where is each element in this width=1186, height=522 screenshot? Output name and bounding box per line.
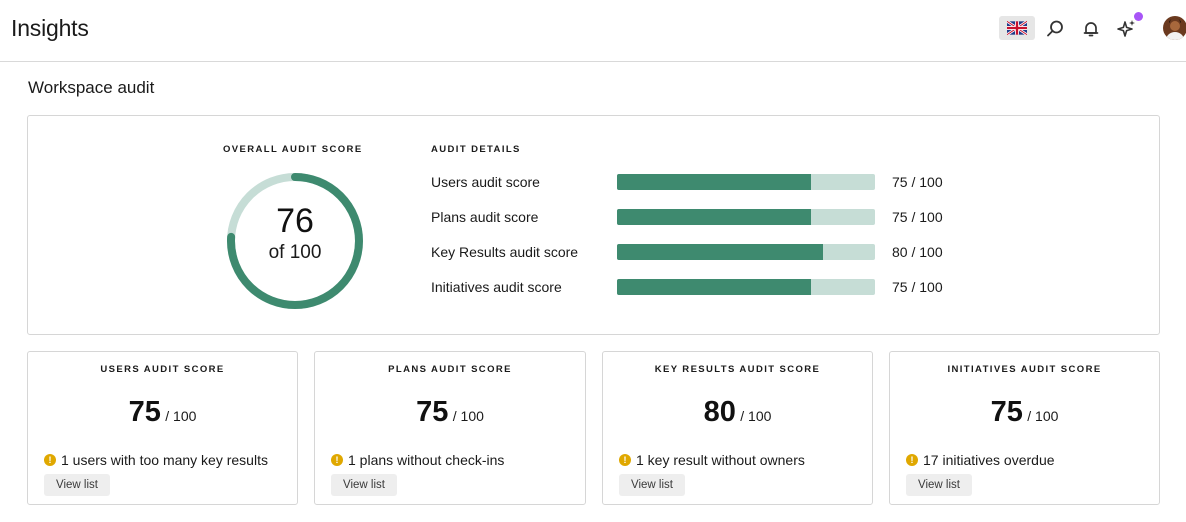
header-actions	[0, 12, 1186, 42]
key-results-audit-card: KEY RESULTS AUDIT SCORE 80 / 100 ! 1 key …	[602, 351, 873, 505]
card-score-value: 75	[416, 396, 449, 428]
card-score-max: / 100	[1027, 408, 1059, 424]
notifications-button[interactable]	[1079, 17, 1103, 41]
card-warning: ! 1 users with too many key results	[44, 452, 268, 468]
card-score-value: 75	[990, 396, 1023, 428]
initiatives-audit-card: INITIATIVES AUDIT SCORE 75 / 100 ! 17 ini…	[889, 351, 1160, 505]
detail-name: Initiatives audit score	[431, 279, 562, 295]
sparkle-icon	[1117, 20, 1135, 37]
bell-icon	[1083, 22, 1099, 37]
overall-score-label: OVERALL AUDIT SCORE	[223, 144, 363, 155]
card-warning-text: 1 users with too many key results	[61, 452, 268, 468]
view-list-button[interactable]: View list	[906, 474, 972, 496]
audit-summary-card: OVERALL AUDIT SCORE 76 of 100 AUDIT DETA…	[27, 115, 1160, 335]
detail-bar-track	[617, 209, 875, 225]
warning-icon: !	[44, 454, 56, 466]
card-warning-text: 17 initiatives overdue	[923, 452, 1055, 468]
card-warning-text: 1 plans without check-ins	[348, 452, 505, 468]
detail-score: 80 / 100	[892, 244, 943, 260]
avatar-icon	[1163, 16, 1186, 40]
card-warning: ! 1 key result without owners	[619, 452, 805, 468]
detail-bar-track	[617, 174, 875, 190]
card-label: KEY RESULTS AUDIT SCORE	[654, 364, 821, 375]
detail-row-plans: Plans audit score 75 / 100	[431, 207, 1131, 227]
card-score: 75 / 100	[315, 396, 585, 429]
top-header: Insights	[0, 0, 1186, 62]
audit-details-label: AUDIT DETAILS	[431, 144, 521, 155]
warning-icon: !	[619, 454, 631, 466]
detail-bar-fill	[617, 174, 811, 190]
detail-bar-fill	[617, 209, 811, 225]
user-avatar[interactable]	[1163, 16, 1186, 40]
overall-score-value: 76	[276, 202, 314, 240]
card-label: PLANS AUDIT SCORE	[388, 364, 512, 375]
overall-score-gauge	[227, 173, 363, 309]
detail-row-users: Users audit score 75 / 100	[431, 172, 1131, 192]
language-selector-button[interactable]	[999, 16, 1035, 40]
card-label: USERS AUDIT SCORE	[100, 364, 225, 375]
detail-score: 75 / 100	[892, 209, 943, 225]
card-label: INITIATIVES AUDIT SCORE	[947, 364, 1102, 375]
view-list-button[interactable]: View list	[44, 474, 110, 496]
card-score: 75 / 100	[890, 396, 1159, 429]
users-audit-card: USERS AUDIT SCORE 75 / 100 ! 1 users with…	[27, 351, 298, 505]
uk-flag-icon	[1007, 21, 1027, 35]
warning-icon: !	[906, 454, 918, 466]
overall-score-max: of 100	[268, 242, 322, 263]
search-icon	[1047, 20, 1063, 37]
card-warning-text: 1 key result without owners	[636, 452, 805, 468]
detail-name: Plans audit score	[431, 209, 539, 225]
detail-name: Key Results audit score	[431, 244, 579, 260]
search-button[interactable]	[1043, 17, 1067, 41]
detail-bar-fill	[617, 279, 811, 295]
detail-name: Users audit score	[431, 174, 540, 190]
plans-audit-card: PLANS AUDIT SCORE 75 / 100 ! 1 plans with…	[314, 351, 586, 505]
view-list-button[interactable]: View list	[619, 474, 685, 496]
card-warning: ! 1 plans without check-ins	[331, 452, 504, 468]
detail-score: 75 / 100	[892, 279, 943, 295]
card-score: 80 / 100	[603, 396, 872, 429]
detail-row-initiatives: Initiatives audit score 75 / 100	[431, 277, 1131, 297]
card-score-max: / 100	[452, 408, 484, 424]
card-score-max: / 100	[740, 408, 772, 424]
card-score-value: 80	[703, 396, 736, 428]
detail-score: 75 / 100	[892, 174, 943, 190]
detail-bar-fill	[617, 244, 824, 260]
detail-row-key-results: Key Results audit score 80 / 100	[431, 242, 1131, 262]
warning-icon: !	[331, 454, 343, 466]
card-score-value: 75	[128, 396, 161, 428]
ai-assistant-button[interactable]	[1115, 17, 1139, 41]
notification-dot	[1134, 12, 1143, 21]
detail-bar-track	[617, 244, 875, 260]
section-title: Workspace audit	[28, 78, 155, 97]
view-list-button[interactable]: View list	[331, 474, 397, 496]
detail-bar-track	[617, 279, 875, 295]
card-warning: ! 17 initiatives overdue	[906, 452, 1055, 468]
card-score: 75 / 100	[28, 396, 297, 429]
card-score-max: / 100	[165, 408, 197, 424]
